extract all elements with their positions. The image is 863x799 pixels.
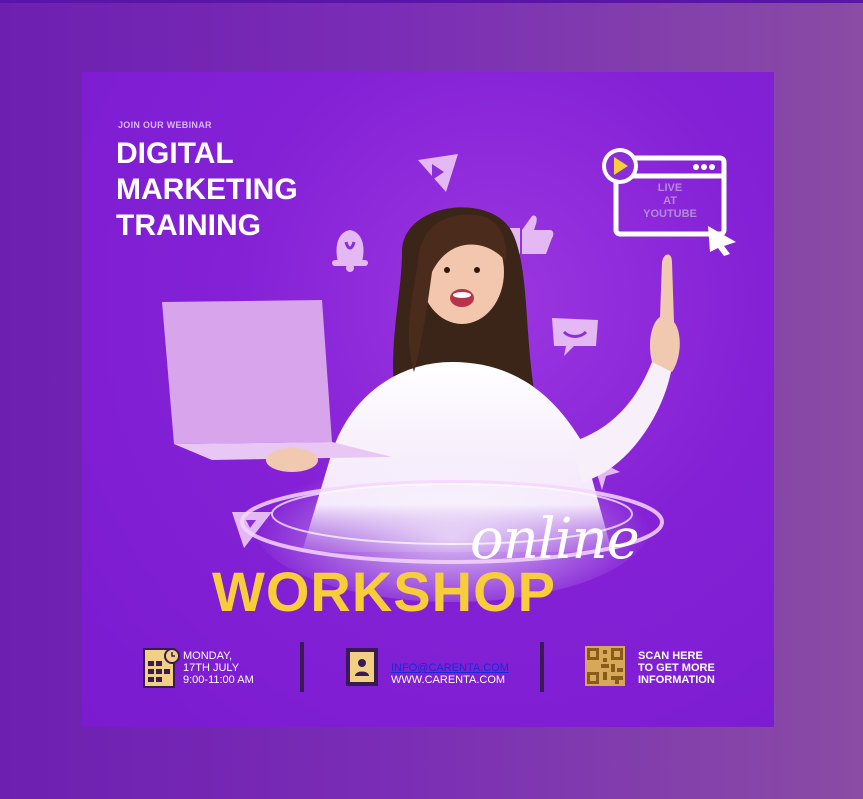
title-line-1: DIGITAL: [116, 137, 234, 170]
live-badge-text: LIVE AT YOUTUBE: [630, 182, 710, 221]
event-time: 9:00-11:00 AM: [183, 674, 254, 686]
event-date: MONDAY, 17TH JULY 9:00-11:00 AM: [183, 650, 254, 686]
live-line-2: AT: [663, 195, 677, 207]
divider: [540, 642, 544, 692]
qr-code-icon[interactable]: [585, 646, 625, 686]
live-line-1: LIVE: [657, 182, 683, 194]
promo-card: JOIN OUR WEBINAR DIGITAL MARKETING TRAIN…: [82, 72, 774, 727]
divider: [300, 642, 304, 692]
website-text: WWW.CARENTA.COM: [391, 674, 506, 686]
email-link[interactable]: INFO@CARENTA.COM: [391, 662, 509, 674]
live-line-3: YOUTUBE: [643, 208, 697, 220]
scan-line-3: INFORMATION: [638, 674, 715, 686]
play-icon: [418, 154, 458, 192]
headline-main: WORKSHOP: [212, 560, 556, 623]
scan-line-1: SCAN HERE: [638, 650, 703, 662]
event-day: MONDAY,: [183, 650, 233, 662]
scan-line-2: TO GET MORE: [638, 662, 715, 674]
contact-info: INFO@CARENTA.COM WWW.CARENTA.COM: [391, 662, 509, 686]
document-icon: [346, 648, 378, 686]
scan-instructions: SCAN HERE TO GET MORE INFORMATION: [638, 650, 715, 686]
kicker-text: JOIN OUR WEBINAR: [118, 120, 212, 130]
frame-border: [0, 0, 863, 3]
event-date-value: 17TH JULY: [183, 662, 240, 674]
calendar-icon: [143, 648, 180, 688]
